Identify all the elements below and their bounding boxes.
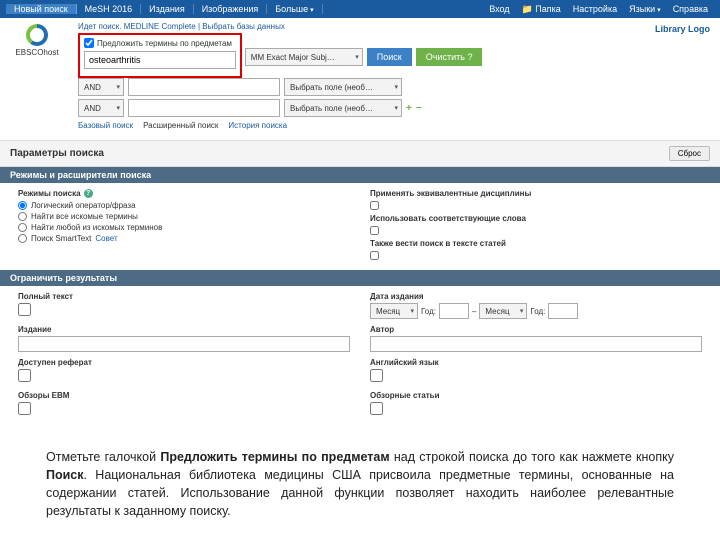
- top-nav: Новый поиск MeSH 2016 Издания Изображени…: [0, 0, 720, 18]
- add-row-icon[interactable]: +: [406, 103, 412, 114]
- tab-advanced[interactable]: Расширенный поиск: [143, 121, 218, 130]
- db-sep: |: [198, 22, 200, 31]
- nav-folder[interactable]: 📁 Папка: [516, 4, 567, 15]
- library-logo-link[interactable]: Library Logo: [655, 24, 710, 34]
- search-button[interactable]: Поиск: [367, 48, 412, 66]
- db-select-link[interactable]: Выбрать базы данных: [202, 22, 285, 31]
- help-icon[interactable]: ?: [84, 189, 93, 198]
- limits-header: Ограничить результаты: [0, 270, 720, 286]
- limit-review-checkbox[interactable]: [370, 402, 383, 415]
- mode-any-label: Найти любой из искомых терминов: [31, 223, 162, 232]
- search-mode-tabs: Базовый поиск Расширенный поиск История …: [78, 121, 712, 130]
- date-from-month[interactable]: Месяц: [370, 303, 418, 319]
- related-label: Использовать соответствующие слова: [370, 214, 702, 223]
- tab-history[interactable]: История поиска: [228, 121, 287, 130]
- limit-english-checkbox[interactable]: [370, 369, 383, 382]
- related-checkbox[interactable]: [370, 226, 379, 235]
- limit-ebm-label: Обзоры EBM: [18, 391, 350, 400]
- limit-english-label: Английский язык: [370, 358, 702, 367]
- mode-smarttext-label: Поиск SmartText: [31, 234, 91, 243]
- suggest-terms-checkbox[interactable]: [84, 38, 94, 48]
- slide-caption: Отметьте галочкой Предложить термины по …: [0, 428, 720, 535]
- limit-abstract-label: Доступен реферат: [18, 358, 350, 367]
- date-from-year[interactable]: [439, 303, 469, 319]
- modes-header: Режимы и расширители поиска: [0, 167, 720, 183]
- mode-smarttext-radio[interactable]: [18, 234, 27, 243]
- equiv-checkbox[interactable]: [370, 201, 379, 210]
- clear-button[interactable]: Очистить ?: [416, 48, 483, 66]
- limit-publication-label: Издание: [18, 325, 350, 334]
- nav-help[interactable]: Справка: [667, 4, 714, 15]
- field-select-3[interactable]: Выбрать поле (необ…: [284, 99, 402, 117]
- mode-all-label: Найти все искомые термины: [31, 212, 138, 221]
- tab-basic[interactable]: Базовый поиск: [78, 121, 133, 130]
- search-input-1[interactable]: [84, 51, 236, 69]
- search-options-title: Параметры поиска: [10, 148, 104, 159]
- nav-publications[interactable]: Издания: [141, 4, 194, 14]
- limit-ebm-checkbox[interactable]: [18, 402, 31, 415]
- field-select-1[interactable]: MM Exact Major Subj…: [245, 48, 363, 66]
- db-label: Идет поиск.: [78, 22, 121, 31]
- date-dash: –: [472, 307, 476, 316]
- limit-fulltext-checkbox[interactable]: [18, 303, 31, 316]
- logo-icon: [26, 24, 48, 46]
- equiv-label: Применять эквивалентные дисциплины: [370, 189, 702, 198]
- nav-images[interactable]: Изображения: [194, 4, 268, 14]
- year-from-label: Год:: [421, 307, 436, 316]
- field-select-2[interactable]: Выбрать поле (необ…: [284, 78, 402, 96]
- suggest-terms-label: Предложить термины по предметам: [97, 39, 232, 48]
- fulltext-search-label: Также вести поиск в тексте статей: [370, 239, 702, 248]
- fulltext-search-checkbox[interactable]: [370, 251, 379, 260]
- nav-new-search[interactable]: Новый поиск: [6, 4, 77, 14]
- highlight-box: Предложить термины по предметам: [78, 33, 242, 78]
- search-modes-label: Режимы поиска?: [18, 189, 350, 198]
- nav-signin[interactable]: Вход: [483, 4, 515, 15]
- limit-review-label: Обзорные статьи: [370, 391, 702, 400]
- nav-mesh[interactable]: MeSH 2016: [77, 4, 142, 14]
- search-options-header: Параметры поиска Сброс: [0, 140, 720, 167]
- reset-button[interactable]: Сброс: [669, 146, 710, 161]
- nav-more[interactable]: Больше: [267, 4, 322, 14]
- nav-folder-label: Папка: [535, 4, 561, 14]
- logo-text: EBSCOhost: [10, 48, 64, 57]
- limit-author-label: Автор: [370, 325, 702, 334]
- smarttext-hint-link[interactable]: Совет: [95, 234, 117, 243]
- mode-any-radio[interactable]: [18, 223, 27, 232]
- database-line: Идет поиск. MEDLINE Complete | Выбрать б…: [78, 22, 712, 31]
- year-to-label: Год:: [530, 307, 545, 316]
- bool-select-3[interactable]: AND: [78, 99, 124, 117]
- search-input-3[interactable]: [128, 99, 280, 117]
- nav-languages[interactable]: Языки: [623, 4, 667, 15]
- nav-preferences[interactable]: Настройка: [567, 4, 623, 15]
- remove-row-icon[interactable]: −: [416, 103, 422, 114]
- date-to-year[interactable]: [548, 303, 578, 319]
- limit-abstract-checkbox[interactable]: [18, 369, 31, 382]
- date-to-month[interactable]: Месяц: [479, 303, 527, 319]
- mode-boolean-radio[interactable]: [18, 201, 27, 210]
- limit-author-input[interactable]: [370, 336, 702, 352]
- search-input-2[interactable]: [128, 78, 280, 96]
- bool-select-2[interactable]: AND: [78, 78, 124, 96]
- limit-fulltext-label: Полный текст: [18, 292, 350, 301]
- mode-boolean-label: Логический оператор/фраза: [31, 201, 136, 210]
- mode-all-radio[interactable]: [18, 212, 27, 221]
- db-name-link[interactable]: MEDLINE Complete: [124, 22, 196, 31]
- ebsco-logo[interactable]: EBSCOhost: [10, 24, 64, 57]
- limit-publication-input[interactable]: [18, 336, 350, 352]
- limit-date-label: Дата издания: [370, 292, 702, 301]
